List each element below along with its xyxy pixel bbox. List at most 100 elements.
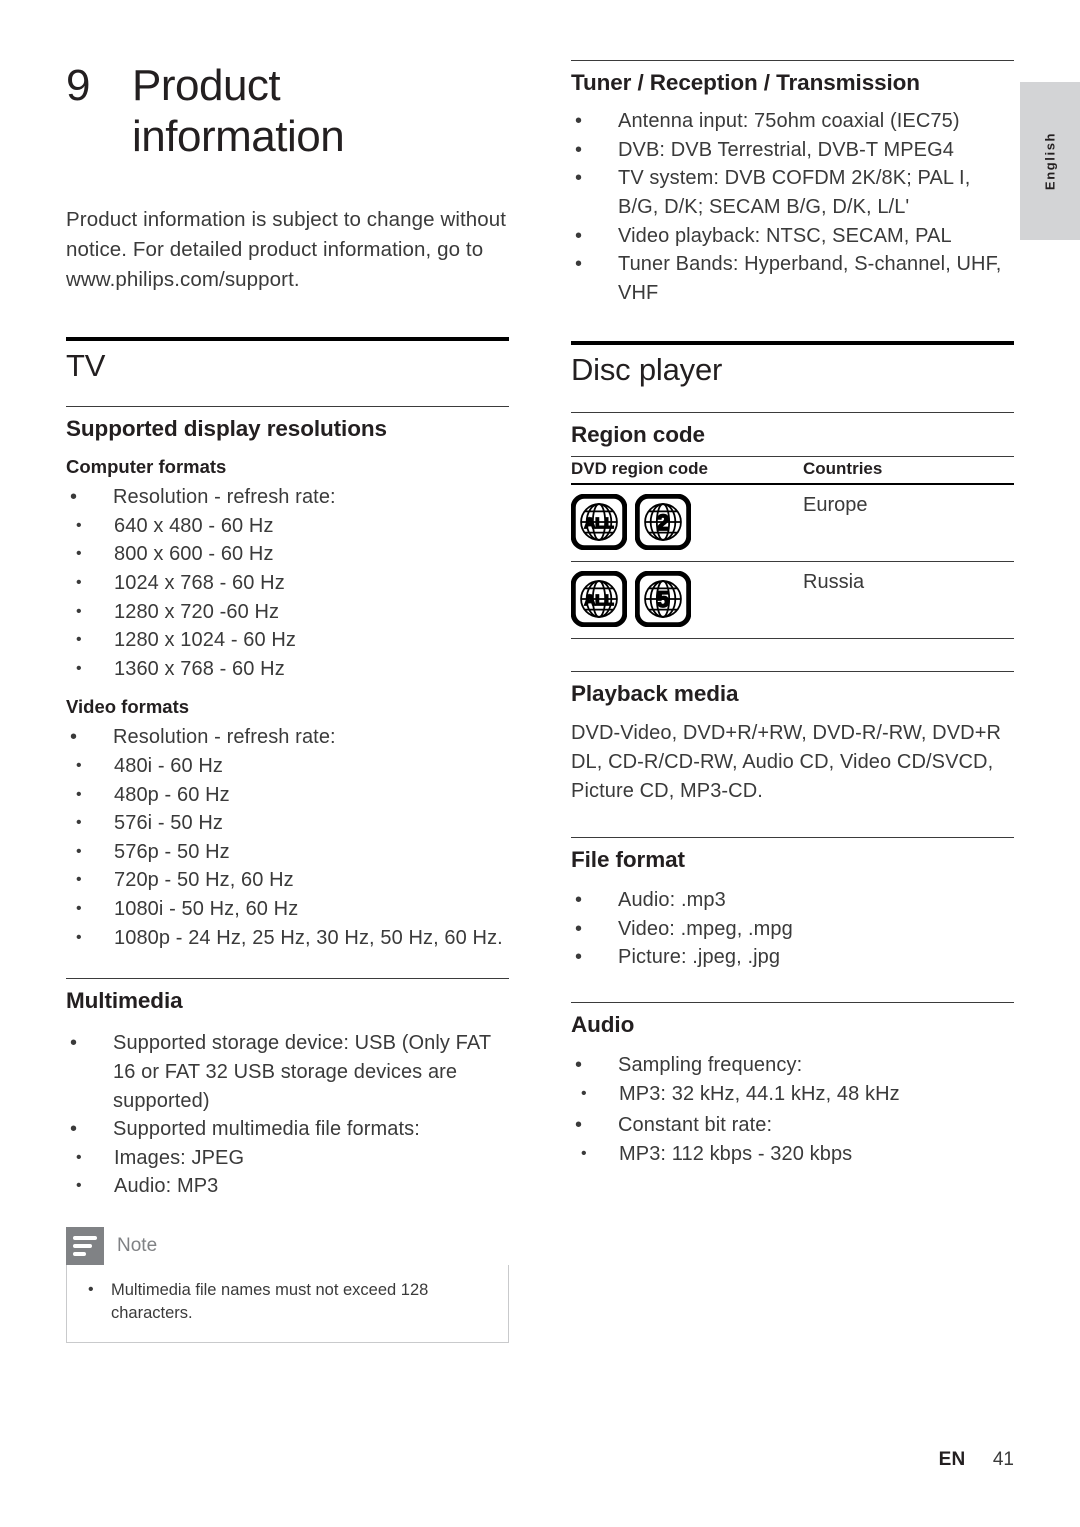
list-item: • Audio: MP3 xyxy=(66,1172,509,1201)
region-code-cell: ALL xyxy=(571,484,803,563)
list-video-formats-resolutions: • 480i - 60 Hz • 480p - 60 Hz • 576i - 50 H… xyxy=(66,752,509,952)
list-item: • Video: .mpeg, .mpg xyxy=(571,915,1014,944)
list-item: • Picture: .jpeg, .jpg xyxy=(571,943,1014,972)
page-footer: EN 41 xyxy=(0,1449,1080,1471)
bullet-icon: • xyxy=(76,1148,82,1166)
bullet-icon: • xyxy=(575,253,583,276)
playback-media-text: DVD-Video, DVD+R/+RW, DVD-R/-RW, DVD+R D… xyxy=(571,721,1002,803)
list-item-label: Supported multimedia file formats: xyxy=(113,1118,420,1141)
list-item: • Multimedia file names must not exceed 1… xyxy=(83,1279,492,1326)
note-body: • Multimedia file names must not exceed 1… xyxy=(66,1264,509,1343)
svg-text:5: 5 xyxy=(657,587,669,612)
list-item-label: Tuner Bands: Hyperband, S-channel, UHF, … xyxy=(618,253,1002,304)
bullet-icon: • xyxy=(575,110,583,133)
heading-tuner-reception-transmission: Tuner / Reception / Transmission xyxy=(571,70,920,95)
chapter-heading: 9 Product information xyxy=(66,60,509,163)
list-item-label: Constant bit rate: xyxy=(618,1114,773,1137)
list-item: • 1360 x 768 - 60 Hz xyxy=(66,655,509,684)
list-item-label: TV system: DVB COFDM 2K/8K; PAL I, B/G, … xyxy=(618,167,971,219)
section-disc-player: Disc player xyxy=(571,341,1014,390)
list-item-label: MP3: 32 kHz, 44.1 kHz, 48 kHz xyxy=(619,1082,900,1105)
section-heading-disc-player: Disc player xyxy=(571,352,723,388)
bullet-icon: • xyxy=(76,1177,82,1195)
section-rule xyxy=(571,341,1014,346)
table-row: ALL xyxy=(571,484,1014,563)
subsection-rule xyxy=(571,60,1014,61)
list-item-label: 800 x 600 - 60 Hz xyxy=(114,543,274,566)
bullet-icon: • xyxy=(76,871,82,889)
region-icon-group: ALL xyxy=(571,571,803,628)
language-tab-label: English xyxy=(1042,131,1058,191)
chapter-title-line2: information xyxy=(132,112,345,162)
bullet-icon: • xyxy=(76,785,82,803)
manual-page: English 9 Product information Product in… xyxy=(0,0,1080,1527)
list-item: • 1280 x 1024 - 60 Hz xyxy=(66,626,509,655)
right-column: Tuner / Reception / Transmission • Antenn… xyxy=(571,60,1014,1168)
list-item-label: Resolution - refresh rate: xyxy=(113,726,336,749)
list-item-label: Video: .mpeg, .mpg xyxy=(618,917,793,940)
bullet-icon: • xyxy=(70,726,78,749)
list-audio-bitrate-values: • MP3: 112 kbps - 320 kbps xyxy=(571,1140,1014,1169)
region-code-all-icon: ALL xyxy=(571,494,627,551)
chapter-title-line1: Product xyxy=(132,61,281,110)
list-item: • 1280 x 720 -60 Hz xyxy=(66,598,509,627)
bullet-icon: • xyxy=(76,842,82,860)
list-audio-sampling: • Sampling frequency: xyxy=(571,1051,1014,1080)
chapter-number: 9 xyxy=(66,61,90,110)
list-item: • 1080p - 24 Hz, 25 Hz, 30 Hz, 50 Hz, 60 … xyxy=(66,924,509,953)
note-lines-icon xyxy=(66,1226,104,1265)
list-item-label: Picture: .jpeg, .jpg xyxy=(618,946,781,969)
list-item-label: MP3: 112 kbps - 320 kbps xyxy=(619,1142,853,1165)
intro-paragraph: Product information is subject to change… xyxy=(66,207,507,292)
list-item: • 480i - 60 Hz xyxy=(66,752,509,781)
list-item-label: Video playback: NTSC, SECAM, PAL xyxy=(618,224,952,247)
list-item: • Images: JPEG xyxy=(66,1144,509,1173)
subsection-rule xyxy=(571,1001,1014,1003)
bullet-icon: • xyxy=(575,224,583,247)
list-item-label: Supported storage device: USB (Only FAT … xyxy=(113,1032,491,1112)
list-item-label: 1280 x 1024 - 60 Hz xyxy=(114,629,297,652)
list-item: • 1080i - 50 Hz, 60 Hz xyxy=(66,895,509,924)
region-code-all-icon: ALL xyxy=(571,571,627,628)
subsection-playback-media: Playback media xyxy=(571,671,1014,708)
list-item-label: 640 x 480 - 60 Hz xyxy=(114,514,274,537)
list-item-label: Audio: .mp3 xyxy=(618,889,726,912)
subsection-supported-display: Supported display resolutions xyxy=(66,406,509,443)
region-code-5-icon: 5 xyxy=(635,571,691,628)
bullet-icon: • xyxy=(70,486,78,509)
list-item-label: 1280 x 720 -60 Hz xyxy=(114,600,280,623)
left-column: 9 Product information Product informatio… xyxy=(66,60,509,1343)
list-item: • DVB: DVB Terrestrial, DVB-T MPEG4 xyxy=(571,136,1014,165)
list-item-label: 720p - 50 Hz, 60 Hz xyxy=(114,869,294,892)
bullet-icon: • xyxy=(76,574,82,592)
svg-text:2: 2 xyxy=(657,510,669,535)
bullet-icon: • xyxy=(575,917,583,940)
country-cell: Europe xyxy=(803,484,1014,563)
svg-text:ALL: ALL xyxy=(584,593,613,610)
heading-playback-media: Playback media xyxy=(571,681,739,707)
heading-file-format: File format xyxy=(571,846,685,872)
list-item: • MP3: 112 kbps - 320 kbps xyxy=(571,1140,1014,1169)
list-item-label: 1080p - 24 Hz, 25 Hz, 30 Hz, 50 Hz, 60 H… xyxy=(114,926,503,949)
footer-page-number: 41 xyxy=(992,1449,1014,1470)
list-item: • Sampling frequency: xyxy=(571,1051,1014,1080)
list-item: • 576i - 50 Hz xyxy=(66,809,509,838)
subsection-rule xyxy=(66,978,509,980)
column-header-dvd-region-code: DVD region code xyxy=(571,456,803,486)
list-computer-formats-resolutions: • 640 x 480 - 60 Hz • 800 x 600 - 60 Hz • 1… xyxy=(66,512,509,684)
list-item-label: 576p - 50 Hz xyxy=(114,840,230,863)
region-icon-group: ALL xyxy=(571,494,803,551)
note-box: Note • Multimedia file names must not exc… xyxy=(66,1226,509,1343)
list-item: • Supported multimedia file formats: xyxy=(66,1115,509,1144)
list-item-label: Resolution - refresh rate: xyxy=(113,486,336,509)
list-item: • Tuner Bands: Hyperband, S-channel, UHF,… xyxy=(571,250,1014,307)
subsection-rule xyxy=(66,406,509,408)
section-heading-tv: TV xyxy=(66,348,106,384)
region-code-2-icon: 2 xyxy=(635,494,691,551)
list-item: • Video playback: NTSC, SECAM, PAL xyxy=(571,222,1014,251)
list-item-label: Images: JPEG xyxy=(114,1146,245,1169)
bullet-icon: • xyxy=(76,814,82,832)
region-code-table: DVD region code Countries ALL 2 Europe A… xyxy=(571,456,1014,640)
heading-region-code: Region code xyxy=(571,422,705,448)
bullet-icon: • xyxy=(575,946,583,969)
